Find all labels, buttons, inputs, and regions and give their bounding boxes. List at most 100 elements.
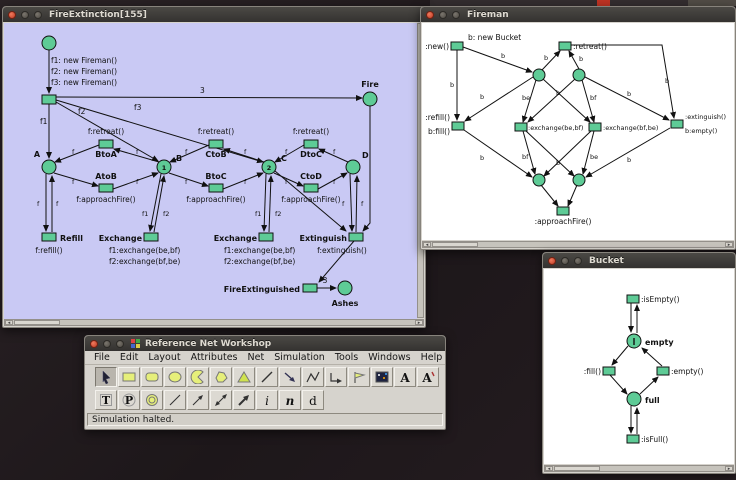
transition-exchange-2[interactable] <box>258 232 274 242</box>
place-full[interactable] <box>626 391 642 407</box>
transition-refill[interactable] <box>41 232 57 242</box>
tool-pie-icon[interactable] <box>187 367 209 387</box>
tool-double-arc-icon[interactable] <box>210 390 232 410</box>
transition-create-firemen[interactable] <box>41 94 57 105</box>
transition-refill[interactable] <box>451 121 465 131</box>
menu-item-layout[interactable]: Layout <box>143 352 185 363</box>
tool-arc-arrow-icon[interactable] <box>187 390 209 410</box>
tool-image-icon[interactable] <box>371 367 393 387</box>
fireman-net-canvas[interactable]: :new() b: new Bucket :retreat() b b b b … <box>422 23 734 240</box>
transition-BtoC[interactable] <box>208 183 224 193</box>
menu-item-edit[interactable]: Edit <box>115 352 143 363</box>
transition-AtoB[interactable] <box>98 183 114 193</box>
close-button[interactable] <box>8 10 16 19</box>
tool-flag-icon[interactable] <box>348 367 370 387</box>
place-lower-left[interactable] <box>532 173 546 187</box>
maximize-button[interactable] <box>452 10 460 19</box>
menu-item-net[interactable]: Net <box>243 352 270 363</box>
minimize-button[interactable] <box>103 339 111 348</box>
tool-rounded-rectangle-icon[interactable] <box>141 367 163 387</box>
tool-polyline-icon[interactable] <box>302 367 324 387</box>
tool-virtual-place-icon[interactable] <box>141 390 163 410</box>
scroll-left-icon[interactable]: ◂ <box>545 466 553 472</box>
menu-item-attributes[interactable]: Attributes <box>186 352 243 363</box>
close-button[interactable] <box>426 10 434 19</box>
scroll-thumb[interactable] <box>554 466 600 471</box>
tool-text-edit-icon[interactable]: A <box>417 367 439 387</box>
place-lower-right[interactable] <box>572 173 586 187</box>
transition-retreat[interactable] <box>558 41 572 51</box>
transition-new[interactable] <box>450 41 464 51</box>
place-fire[interactable] <box>362 91 378 107</box>
maximize-button[interactable] <box>574 256 582 265</box>
menu-item-windows[interactable]: Windows <box>363 352 415 363</box>
titlebar-bucket[interactable]: Bucket <box>543 253 735 268</box>
horizontal-scrollbar[interactable]: ◂ ▸ <box>422 241 734 248</box>
tool-transition-icon[interactable]: T <box>95 390 117 410</box>
maximize-button[interactable] <box>116 339 124 348</box>
tool-rectangle-icon[interactable] <box>118 367 140 387</box>
tool-name-icon[interactable]: n <box>279 390 301 410</box>
transition-approach-fire[interactable] <box>556 206 570 216</box>
titlebar-fire-extinction[interactable]: FireExtinction[155] <box>3 7 425 22</box>
scroll-right-icon[interactable]: ▸ <box>725 466 733 472</box>
scroll-left-icon[interactable]: ◂ <box>423 242 431 248</box>
inscription: :fill() <box>584 367 601 376</box>
scroll-thumb[interactable] <box>432 242 478 247</box>
menu-item-file[interactable]: File <box>89 352 115 363</box>
tool-connector-icon[interactable] <box>325 367 347 387</box>
tool-polygon-icon[interactable] <box>210 367 232 387</box>
transition-CtoB[interactable] <box>208 139 224 149</box>
scroll-right-icon[interactable]: ▸ <box>415 320 423 326</box>
minimize-button[interactable] <box>439 10 447 19</box>
menu-item-tools[interactable]: Tools <box>330 352 363 363</box>
tool-arrow-icon[interactable] <box>279 367 301 387</box>
close-button[interactable] <box>548 256 556 265</box>
titlebar-workshop[interactable]: Reference Net Workshop <box>85 336 445 351</box>
transition-is-empty[interactable] <box>626 294 640 304</box>
transition-BtoA[interactable] <box>98 139 114 149</box>
maximize-button[interactable] <box>34 10 42 19</box>
tool-triangle-icon[interactable] <box>233 367 255 387</box>
tool-inscription-icon[interactable]: i <box>256 390 278 410</box>
minimize-button[interactable] <box>21 10 29 19</box>
place-A[interactable] <box>41 159 57 175</box>
horizontal-scrollbar[interactable]: ◂ ▸ <box>4 319 424 326</box>
place-D[interactable] <box>345 159 361 175</box>
inscription: b:fill() <box>428 127 450 136</box>
transition-fill[interactable] <box>602 366 616 376</box>
tool-text-icon[interactable]: A <box>394 367 416 387</box>
tool-ellipse-icon[interactable] <box>164 367 186 387</box>
menu-item-simulation[interactable]: Simulation <box>269 352 330 363</box>
tool-declaration-icon[interactable]: d <box>302 390 324 410</box>
titlebar-fireman[interactable]: Fireman <box>421 7 735 22</box>
fire-net-canvas[interactable]: f1: new Fireman() f2: new Fireman() f3: … <box>4 23 417 320</box>
transition-extinguish[interactable] <box>670 119 684 129</box>
scroll-left-icon[interactable]: ◂ <box>5 320 13 326</box>
transition-empty[interactable] <box>656 366 670 376</box>
horizontal-scrollbar[interactable]: ◂ ▸ <box>544 465 734 472</box>
arc-label: b <box>556 159 560 167</box>
transition-exchange-bf-be[interactable] <box>588 122 602 132</box>
transition-fire-extinguished[interactable] <box>302 283 318 293</box>
tool-place-icon[interactable]: P <box>118 390 140 410</box>
tool-bold-arc-icon[interactable] <box>233 390 255 410</box>
close-button[interactable] <box>90 339 98 348</box>
inscription: :isEmpty() <box>641 295 680 304</box>
transition-exchange-be-bf[interactable] <box>514 122 528 132</box>
scroll-thumb[interactable] <box>14 320 60 325</box>
transition-extinguish[interactable] <box>348 232 364 242</box>
transition-is-full[interactable] <box>626 434 640 444</box>
transition-DtoC[interactable] <box>303 139 319 149</box>
place-ashes[interactable] <box>337 280 353 296</box>
place-start[interactable] <box>41 35 57 51</box>
transition-exchange-1[interactable] <box>143 232 159 242</box>
bucket-net-canvas[interactable]: :isEmpty() empty :fill() :empty() full :… <box>544 269 734 464</box>
tool-selection-icon[interactable] <box>95 367 117 387</box>
menu-item-help[interactable]: Help <box>416 352 448 363</box>
tool-arc-icon[interactable] <box>164 390 186 410</box>
transition-CtoD[interactable] <box>303 183 319 193</box>
scroll-right-icon[interactable]: ▸ <box>725 242 733 248</box>
tool-line-icon[interactable] <box>256 367 278 387</box>
minimize-button[interactable] <box>561 256 569 265</box>
